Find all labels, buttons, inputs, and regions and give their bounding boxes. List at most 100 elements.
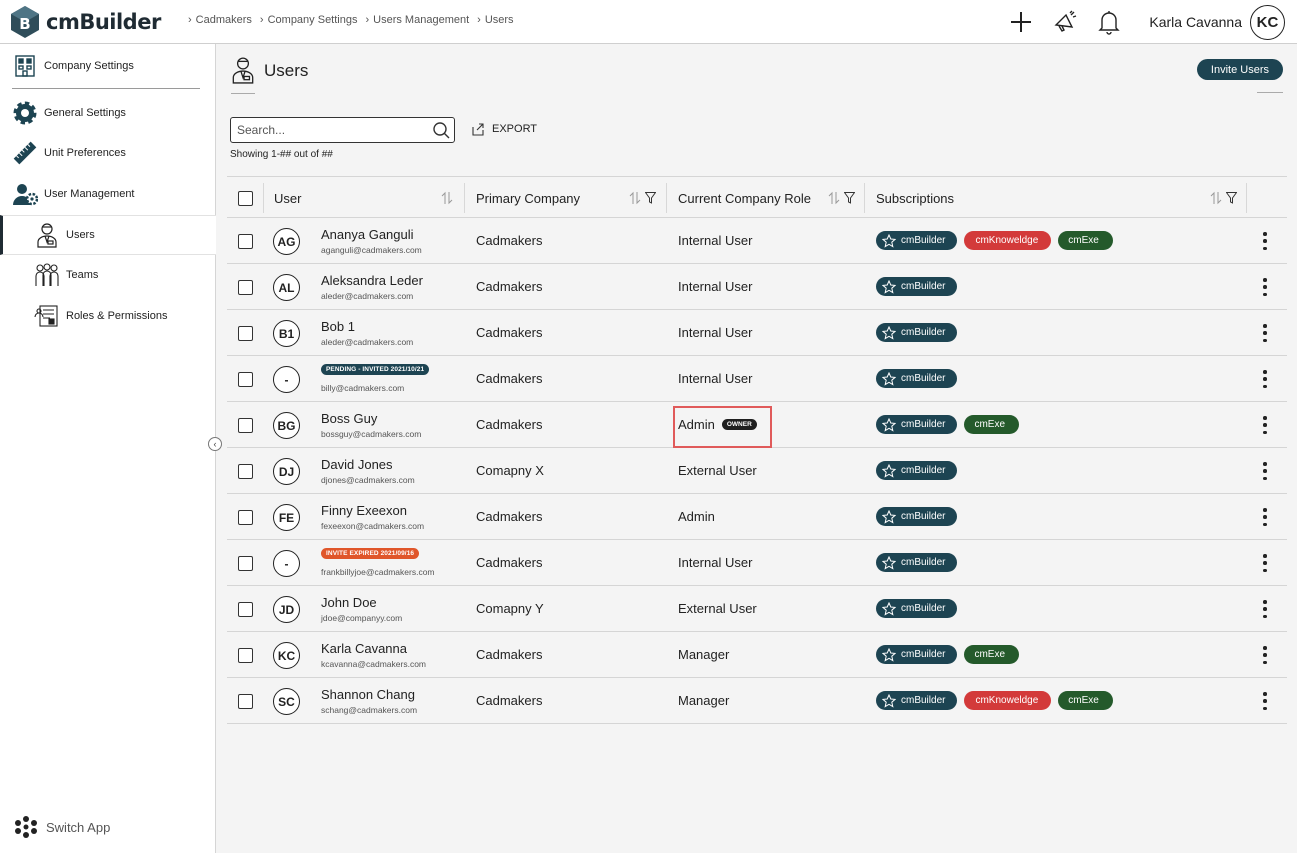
star-icon[interactable] [882,371,896,386]
subscription-badge-cmbuilder[interactable]: cmBuilder [876,461,958,480]
sidebar-item-users[interactable]: Users [0,215,216,255]
export-button[interactable]: EXPORT [471,122,537,136]
user-email: kcavanna@cadmakers.com [321,659,427,669]
row-menu-icon[interactable] [1255,416,1275,434]
breadcrumb-item[interactable]: › Users Management [365,14,469,26]
column-header-user[interactable]: User [274,177,301,219]
app-logo[interactable]: B cmBuilder [10,5,161,39]
breadcrumb-item[interactable]: › Cadmakers [188,14,252,26]
switch-app-button[interactable]: Switch App [14,815,110,839]
subscription-badge-cmexe[interactable]: cmExe [1058,231,1113,250]
star-icon[interactable] [882,693,896,708]
sort-icon[interactable] [828,191,840,205]
row-menu-icon[interactable] [1255,646,1275,664]
column-header-subscriptions[interactable]: Subscriptions [876,177,954,219]
row-checkbox[interactable] [238,326,253,341]
subscription-badge-cmbuilder[interactable]: cmBuilder [876,369,958,388]
user-name[interactable]: Karla Cavanna [321,641,407,656]
collapse-sidebar-button[interactable]: ‹ [208,437,222,451]
user-name[interactable]: Aleksandra Leder [321,273,423,288]
megaphone-icon[interactable] [1051,8,1079,36]
subscription-badge-cmexe[interactable]: cmExe [964,645,1020,664]
row-menu-icon[interactable] [1255,278,1275,296]
sort-icon[interactable] [629,191,641,205]
subscription-badge-cmexe[interactable]: cmExe [964,415,1020,434]
row-checkbox[interactable] [238,418,253,433]
row-menu-icon[interactable] [1255,508,1275,526]
row-checkbox[interactable] [238,372,253,387]
star-icon[interactable] [882,417,896,432]
row-checkbox[interactable] [238,464,253,479]
chevron-right-icon: › [188,14,192,26]
subscription-badge-cmexe[interactable]: cmExe [1058,691,1113,710]
subscription-badge-cmbuilder[interactable]: cmBuilder [876,645,958,664]
sidebar-item-user-management[interactable]: User Management [0,180,216,208]
star-icon[interactable] [882,555,896,570]
column-separator [263,183,264,213]
user-name[interactable]: Finny Exeexon [321,503,407,518]
sidebar-item-teams[interactable]: Teams [0,261,216,289]
search-icon[interactable] [432,121,450,139]
filter-icon[interactable] [645,192,656,204]
current-user-avatar[interactable]: KC [1250,4,1285,40]
user-name[interactable]: John Doe [321,595,377,610]
row-checkbox[interactable] [238,510,253,525]
row-checkbox[interactable] [238,648,253,663]
select-all-checkbox[interactable] [238,191,253,206]
column-header-primary-company[interactable]: Primary Company [476,177,580,219]
star-icon[interactable] [882,509,896,524]
sidebar-item-general-settings[interactable]: General Settings [0,99,216,127]
row-menu-icon[interactable] [1255,600,1275,618]
subscription-badge-cmbuilder[interactable]: cmBuilder [876,231,958,250]
user-name[interactable]: Bob 1 [321,319,355,334]
subscription-badge-cmbuilder[interactable]: cmBuilder [876,553,958,572]
user-name[interactable]: Ananya Ganguli [321,227,414,242]
sidebar-item-unit-preferences[interactable]: Unit Preferences [0,139,216,167]
star-icon[interactable] [882,325,896,340]
user-name[interactable]: Shannon Chang [321,687,415,702]
subscription-badge-cmbuilder[interactable]: cmBuilder [876,507,958,526]
subscription-label: cmExe [974,419,1006,430]
row-checkbox[interactable] [238,602,253,617]
row-menu-icon[interactable] [1255,692,1275,710]
row-checkbox[interactable] [238,556,253,571]
column-separator [864,183,865,213]
row-menu-icon[interactable] [1255,370,1275,388]
bell-icon[interactable] [1095,8,1123,36]
row-checkbox[interactable] [238,234,253,249]
filter-icon[interactable] [844,192,855,204]
row-checkbox[interactable] [238,694,253,709]
subscription-badge-cmbuilder[interactable]: cmBuilder [876,599,958,618]
row-menu-icon[interactable] [1255,554,1275,572]
sort-icon[interactable] [1210,191,1222,205]
filter-icon[interactable] [1226,192,1237,204]
sidebar-title[interactable]: Company Settings [0,52,216,80]
current-user-name[interactable]: Karla Cavanna [1149,14,1242,30]
subscription-badge-cmknowledge[interactable]: cmKnoweldge [964,231,1052,250]
star-icon[interactable] [882,601,896,616]
star-icon[interactable] [882,463,896,478]
plus-icon[interactable] [1007,8,1035,36]
subscription-badge-cmknowledge[interactable]: cmKnoweldge [964,691,1052,710]
table-row: B1 Bob 1 aleder@cadmakers.com Cadmakers Inte… [227,310,1287,356]
user-name[interactable]: Boss Guy [321,411,377,426]
row-menu-icon[interactable] [1255,232,1275,250]
avatar: BG [273,412,300,439]
row-checkbox[interactable] [238,280,253,295]
row-menu-icon[interactable] [1255,324,1275,342]
user-name[interactable]: David Jones [321,457,393,472]
search-input[interactable] [237,123,432,137]
subscription-badge-cmbuilder[interactable]: cmBuilder [876,415,958,434]
star-icon[interactable] [882,279,896,294]
column-header-current-company-role[interactable]: Current Company Role [678,177,811,219]
star-icon[interactable] [882,647,896,662]
sidebar-item-roles-permissions[interactable]: Roles & Permissions [0,302,216,330]
subscription-badge-cmbuilder[interactable]: cmBuilder [876,277,958,296]
invite-users-button[interactable]: Invite Users [1196,59,1283,80]
sort-icon[interactable] [441,191,453,205]
subscription-badge-cmbuilder[interactable]: cmBuilder [876,323,958,342]
subscription-badge-cmbuilder[interactable]: cmBuilder [876,691,958,710]
row-menu-icon[interactable] [1255,462,1275,480]
star-icon[interactable] [882,233,896,248]
breadcrumb-item[interactable]: › Company Settings [260,14,358,26]
